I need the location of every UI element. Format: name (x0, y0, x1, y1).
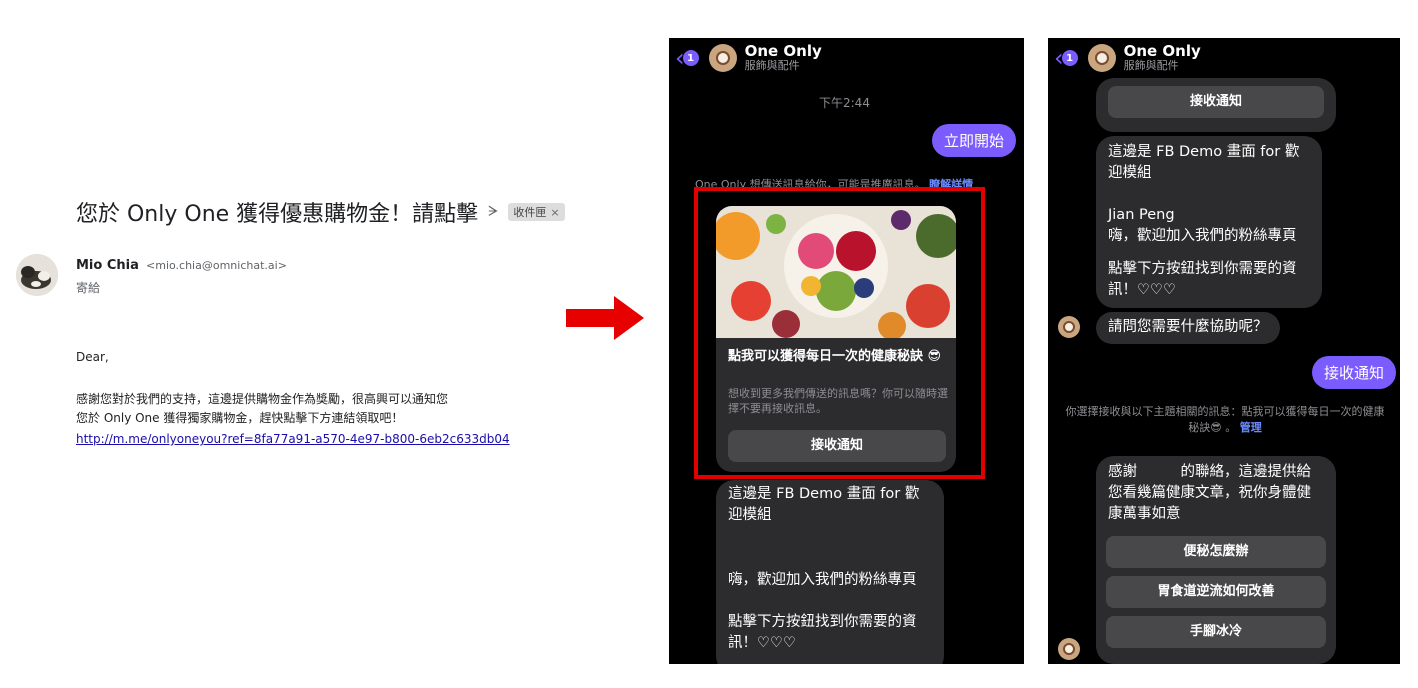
incoming-message: 這邊是 FB Demo 畫面 for 歡迎模組 Jian Peng 嗨，歡迎加入… (1096, 136, 1322, 308)
chat-header-text: One Only 服飾與配件 (1123, 42, 1201, 73)
system-notice-text: 你選擇接收與以下主題相關的訊息：點我可以獲得每日一次的健康秘訣😎 。 (1065, 405, 1385, 434)
message-paragraph: 感謝 的聯絡，這邊提供給您看幾篇健康文章，祝你身體健康萬事如意 (1108, 464, 1311, 522)
message-paragraph: 點擊下方按鈕找到你需要的資訊！♡♡♡ (1108, 261, 1297, 298)
email-subject-text: 您於 Only One 獲得優惠購物金！請點擊 (76, 202, 479, 227)
outgoing-message[interactable]: 立即開始 (931, 124, 1016, 157)
recipient-line[interactable]: 寄給 (76, 279, 100, 296)
message-paragraph: 這邊是 FB Demo 畫面 for 歡迎模組 (1108, 144, 1300, 181)
page-avatar-small (1058, 638, 1080, 660)
option-button[interactable]: 手腳冰冷 (1106, 616, 1326, 648)
page-name[interactable]: One Only (745, 42, 822, 60)
messenger-screen-2: ‹ 1 One Only 服飾與配件 接收通知 這邊是 FB Demo 畫面 f… (1048, 38, 1400, 664)
page-avatar-small (1058, 316, 1080, 338)
manage-link[interactable]: 管理 (1240, 421, 1262, 434)
sender-email: <mio.chia@omnichat.ai> (146, 259, 287, 272)
outgoing-message[interactable]: 接收通知 (1311, 356, 1396, 389)
chat-header: ‹ 1 One Only 服飾與配件 (669, 38, 1024, 78)
email-greeting: Dear, (76, 350, 109, 364)
page-avatar[interactable] (708, 44, 737, 72)
page-category: 服飾與配件 (1123, 59, 1179, 73)
right-arrow-icon (566, 296, 644, 340)
email-subject: 您於 Only One 獲得優惠購物金！請點擊 ᗒ 收件匣 × (76, 196, 565, 228)
incoming-message: 這邊是 FB Demo 畫面 for 歡迎模組 嗨，歡迎加入我們的粉絲專頁 點擊… (716, 480, 944, 664)
page-name[interactable]: One Only (1124, 42, 1201, 60)
message-timestamp: 下午2:44 (819, 96, 870, 110)
message-paragraph: 這邊是 FB Demo 畫面 for 歡迎模組 (728, 486, 920, 523)
message-paragraph: 嗨，歡迎加入我們的粉絲專頁 (1108, 228, 1297, 244)
receive-notifications-button[interactable]: 接收通知 (1108, 86, 1324, 118)
importance-marker-icon[interactable]: ᗒ (488, 204, 498, 220)
incoming-message: 請問您需要什麼協助呢？ (1096, 312, 1280, 344)
inbox-label-text: 收件匣 (513, 206, 547, 219)
messenger-link[interactable]: http://m.me/onlyoneyou?ref=8fa77a91-a570… (76, 432, 510, 446)
highlight-frame (694, 187, 985, 479)
email-body: 感謝您對於我們的支持，這邊提供購物金作為獎勵，很高興可以通知您 您於 Only … (76, 390, 448, 428)
page-category: 服飾與配件 (744, 59, 800, 73)
message-paragraph: Jian Peng (1108, 207, 1175, 223)
inbox-label-chip[interactable]: 收件匣 × (508, 203, 565, 221)
option-button[interactable]: 便秘怎麼辦 (1106, 536, 1326, 568)
chat-header-text: One Only 服飾與配件 (744, 42, 822, 73)
email-body-line: 您於 Only One 獲得獨家購物金，趕快點擊下方連結領取吧！ (76, 411, 404, 425)
unread-badge: 1 (682, 50, 699, 66)
message-paragraph: 點擊下方按鈕找到你需要的資訊！♡♡♡ (728, 614, 917, 651)
remove-label-icon[interactable]: × (550, 206, 559, 219)
sender-line: Mio Chia <mio.chia@omnichat.ai> (76, 258, 287, 273)
sender-name[interactable]: Mio Chia (76, 258, 139, 273)
system-notice: 你選擇接收與以下主題相關的訊息：點我可以獲得每日一次的健康秘訣😎 。 管理 (1062, 404, 1388, 436)
previous-card-bottom: 接收通知 (1096, 78, 1336, 132)
page-avatar[interactable] (1087, 44, 1116, 72)
unread-badge: 1 (1061, 50, 1078, 66)
chat-header: ‹ 1 One Only 服飾與配件 (1048, 38, 1400, 78)
sender-avatar (16, 254, 58, 296)
email-body-line: 感謝您對於我們的支持，這邊提供購物金作為獎勵，很高興可以通知您 (76, 392, 449, 406)
option-button[interactable]: 胃食道逆流如何改善 (1106, 576, 1326, 608)
message-paragraph: 嗨，歡迎加入我們的粉絲專頁 (728, 572, 917, 588)
